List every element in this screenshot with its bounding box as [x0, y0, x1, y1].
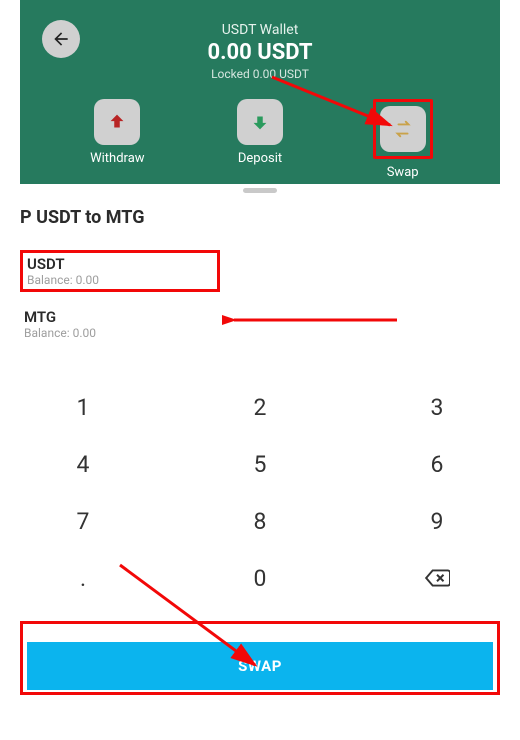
annotation-highlight-swap [373, 99, 433, 159]
key-5[interactable]: 5 [215, 445, 305, 484]
wallet-header: USDT Wallet 0.00 USDT Locked 0.00 USDT W… [20, 0, 500, 184]
sheet-title: P USDT to MTG [20, 207, 500, 228]
wallet-balance: 0.00 USDT [36, 40, 484, 65]
key-9[interactable]: 9 [392, 502, 482, 541]
from-balance-label: Balance: 0.00 [27, 273, 213, 287]
withdraw-action[interactable]: Withdraw [52, 99, 182, 180]
to-balance-label: Balance: 0.00 [24, 326, 496, 340]
wallet-title: USDT Wallet [36, 22, 484, 38]
arrow-left-icon [51, 29, 71, 49]
to-currency-label: MTG [24, 308, 496, 326]
to-currency-field[interactable]: MTG Balance: 0.00 [20, 306, 500, 342]
from-currency-label: USDT [27, 255, 213, 273]
from-currency-field[interactable]: USDT Balance: 0.00 [20, 250, 220, 292]
deposit-label: Deposit [238, 151, 282, 166]
swap-action[interactable]: Swap [338, 99, 468, 180]
key-0[interactable]: 0 [215, 559, 305, 603]
key-dot[interactable]: . [38, 559, 128, 603]
key-2[interactable]: 2 [215, 388, 305, 427]
swap-label: Swap [387, 165, 419, 180]
key-1[interactable]: 1 [38, 388, 128, 427]
key-6[interactable]: 6 [392, 445, 482, 484]
withdraw-label: Withdraw [90, 151, 144, 166]
key-4[interactable]: 4 [38, 445, 128, 484]
arrow-down-icon [249, 111, 271, 133]
wallet-locked: Locked 0.00 USDT [36, 67, 484, 81]
numeric-keypad: 1 2 3 4 5 6 7 8 9 . 0 [20, 388, 500, 603]
key-8[interactable]: 8 [215, 502, 305, 541]
key-7[interactable]: 7 [38, 502, 128, 541]
key-3[interactable]: 3 [392, 388, 482, 427]
swap-button[interactable]: SWAP [27, 642, 493, 690]
backspace-icon [424, 565, 450, 591]
key-backspace[interactable] [392, 559, 482, 603]
deposit-action[interactable]: Deposit [195, 99, 325, 180]
back-button[interactable] [42, 20, 80, 58]
arrow-up-icon [106, 111, 128, 133]
annotation-highlight-swap-button: SWAP [20, 621, 500, 695]
drag-handle[interactable] [243, 188, 277, 193]
swap-icon [392, 118, 414, 140]
